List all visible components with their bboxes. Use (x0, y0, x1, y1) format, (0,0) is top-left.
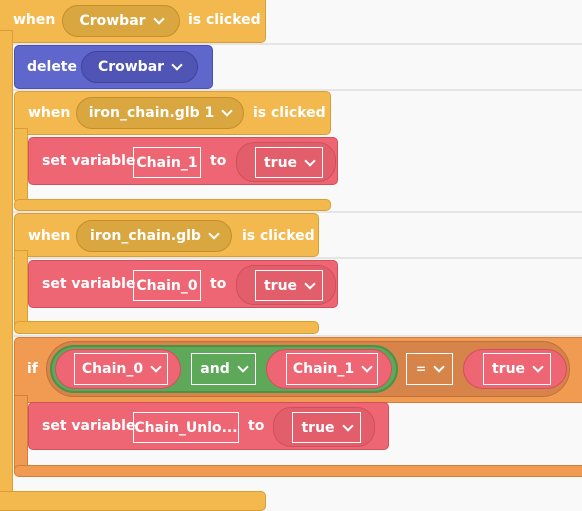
event-block-arm (0, 30, 13, 500)
is-clicked-label: is clicked (188, 12, 261, 28)
left-variable-dropdown[interactable]: Chain_0 (74, 353, 168, 385)
chevron-down-icon (361, 361, 373, 373)
set-variable-block[interactable]: set variable Chain_0 to true (28, 260, 338, 308)
delete-block[interactable]: delete Crowbar (14, 45, 213, 89)
dropdown-value: true (263, 277, 298, 294)
dropdown-value: true (263, 154, 298, 171)
set-variable-label: set variable (42, 276, 136, 292)
when-label: when (28, 228, 71, 244)
set-variable-block[interactable]: set variable Chain_1 to true (28, 137, 338, 185)
is-clicked-label: is clicked (242, 228, 315, 244)
chevron-down-icon (150, 361, 162, 373)
is-clicked-label: is clicked (253, 105, 326, 121)
chevron-down-icon (304, 154, 316, 167)
iron-chain-0-target-dropdown[interactable]: iron_chain.glb (76, 220, 232, 252)
when-label: when (28, 105, 71, 121)
set-variable-label: set variable (42, 153, 136, 169)
value-dropdown[interactable]: true (255, 147, 323, 178)
iron-chain-1-target-dropdown[interactable]: iron_chain.glb 1 (76, 97, 244, 129)
set-variable-label: set variable (42, 418, 136, 434)
to-label: to (248, 418, 265, 434)
delete-label: delete (27, 59, 77, 75)
event-block-footer (14, 199, 331, 211)
logic-operator-dropdown[interactable]: and (191, 353, 256, 385)
right-variable-dropdown[interactable]: Chain_1 (286, 353, 378, 385)
if-block-arm (14, 395, 28, 475)
dropdown-value: iron_chain.glb (90, 228, 201, 244)
chevron-down-icon (152, 13, 165, 25)
dropdown-value: Crowbar (79, 13, 146, 29)
dropdown-value: Chain_0 (81, 361, 144, 377)
chevron-down-icon (171, 59, 183, 71)
dropdown-value: Crowbar (97, 59, 165, 75)
dropdown-value: = (415, 362, 427, 376)
variable-name: Chain_0 (136, 277, 198, 294)
event-block-arm (14, 128, 28, 204)
delete-target-dropdown[interactable]: Crowbar (81, 51, 198, 83)
dropdown-value: true (301, 419, 335, 436)
dropdown-value: Chain_1 (292, 361, 355, 377)
chevron-down-icon (208, 228, 220, 240)
value-dropdown[interactable]: true (292, 412, 361, 443)
variable-name: Chain_1 (136, 154, 198, 171)
workspace-row-divider (0, 257, 582, 259)
compare-value-dropdown[interactable]: true (483, 353, 551, 385)
chevron-down-icon (304, 277, 316, 290)
event-block-footer (0, 491, 266, 511)
to-label: to (210, 153, 227, 169)
chevron-down-icon (433, 361, 445, 373)
variable-name-field[interactable]: Chain_Unlo... (133, 412, 239, 443)
chevron-down-icon (341, 419, 354, 432)
variable-name-field[interactable]: Chain_1 (133, 147, 201, 178)
chevron-down-icon (221, 105, 233, 117)
set-variable-block[interactable]: set variable Chain_Unlo... to true (28, 402, 389, 450)
if-label: if (27, 361, 38, 377)
chevron-down-icon (237, 361, 249, 373)
compare-operator-dropdown[interactable]: = (406, 353, 453, 385)
event-block-footer (14, 321, 319, 334)
to-label: to (210, 276, 227, 292)
crowbar-target-dropdown[interactable]: Crowbar (62, 5, 180, 37)
variable-name-field[interactable]: Chain_0 (133, 270, 201, 301)
dropdown-value: and (200, 361, 230, 377)
variable-name: Chain_Unlo... (134, 419, 238, 436)
if-block-footer (14, 465, 582, 477)
chevron-down-icon (532, 361, 544, 373)
when-label: when (13, 12, 56, 28)
dropdown-value: iron_chain.glb 1 (88, 105, 215, 121)
dropdown-value: true (491, 361, 526, 377)
value-dropdown[interactable]: true (255, 270, 323, 301)
